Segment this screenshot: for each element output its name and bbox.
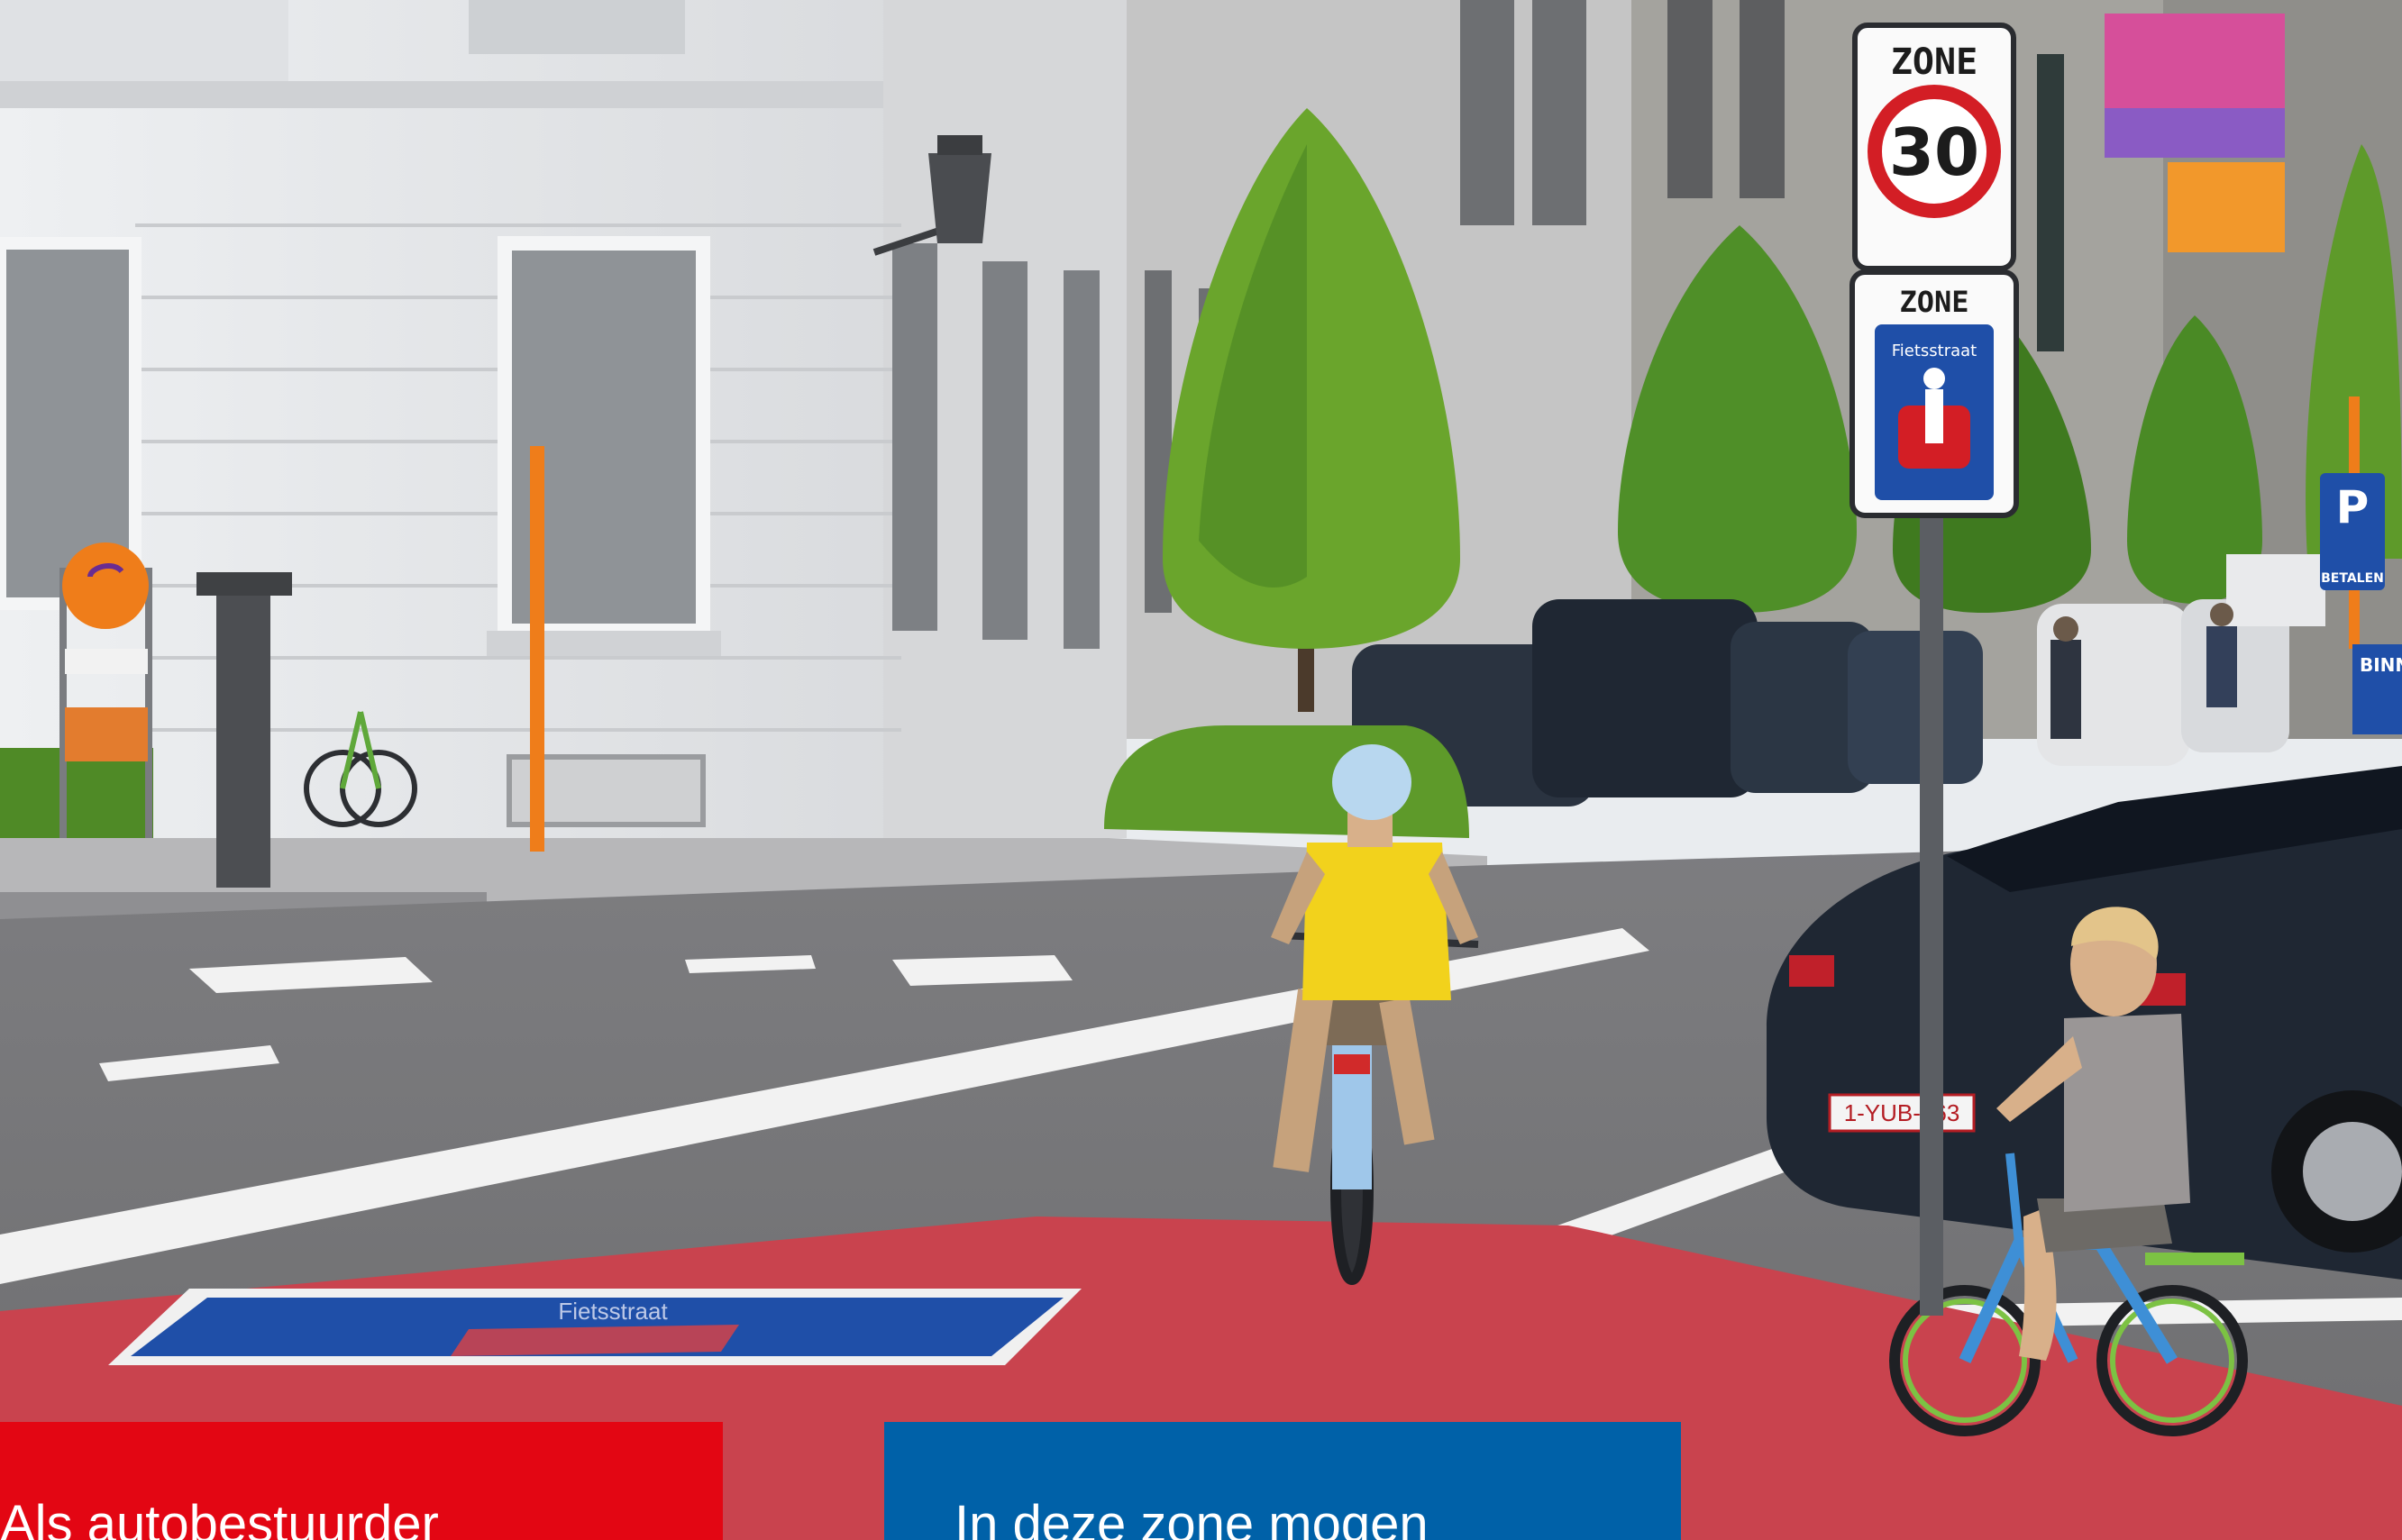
road-painted-text: Fietsstraat xyxy=(558,1298,668,1325)
hedge xyxy=(1104,725,1469,838)
bus-stop-logo-icon xyxy=(62,542,149,629)
caption-right-text: In deze zone mogen xyxy=(954,1495,1429,1540)
caption-panel-right: In deze zone mogen xyxy=(884,1422,1681,1540)
white-corner-building xyxy=(0,0,1127,838)
orange-bollard xyxy=(530,446,544,852)
zone-30-number: 30 xyxy=(1889,114,1979,190)
fietsstraat-sign: ZONE Fietsstraat xyxy=(1849,269,2019,518)
fietsstraat-top-text: ZONE xyxy=(1899,285,1968,319)
fietsstraat-label: Fietsstraat xyxy=(1892,342,1977,360)
helmet-icon xyxy=(1332,744,1411,820)
cyclist-icon xyxy=(1923,368,1945,389)
parking-label: BETALEN xyxy=(2321,571,2384,586)
orange-banner xyxy=(2168,162,2285,252)
zone-30-sign: ZONE 30 xyxy=(1852,23,2016,271)
zone-30-top-text: ZONE xyxy=(1891,41,1977,83)
corner-sign-text: BINN FIE xyxy=(2360,654,2402,676)
parking-letter: P xyxy=(2336,481,2370,533)
street-photo: Fietsstraat 1-YUB-663 ZONE 30 ZONE Fiets… xyxy=(0,0,2402,1540)
road-painted-sign: Fietsstraat xyxy=(108,1289,1082,1365)
caption-panel-left: Als autobestuurder xyxy=(0,1422,723,1540)
caption-left-text: Als autobestuurder xyxy=(0,1495,439,1540)
rear-lights xyxy=(1789,955,1834,987)
